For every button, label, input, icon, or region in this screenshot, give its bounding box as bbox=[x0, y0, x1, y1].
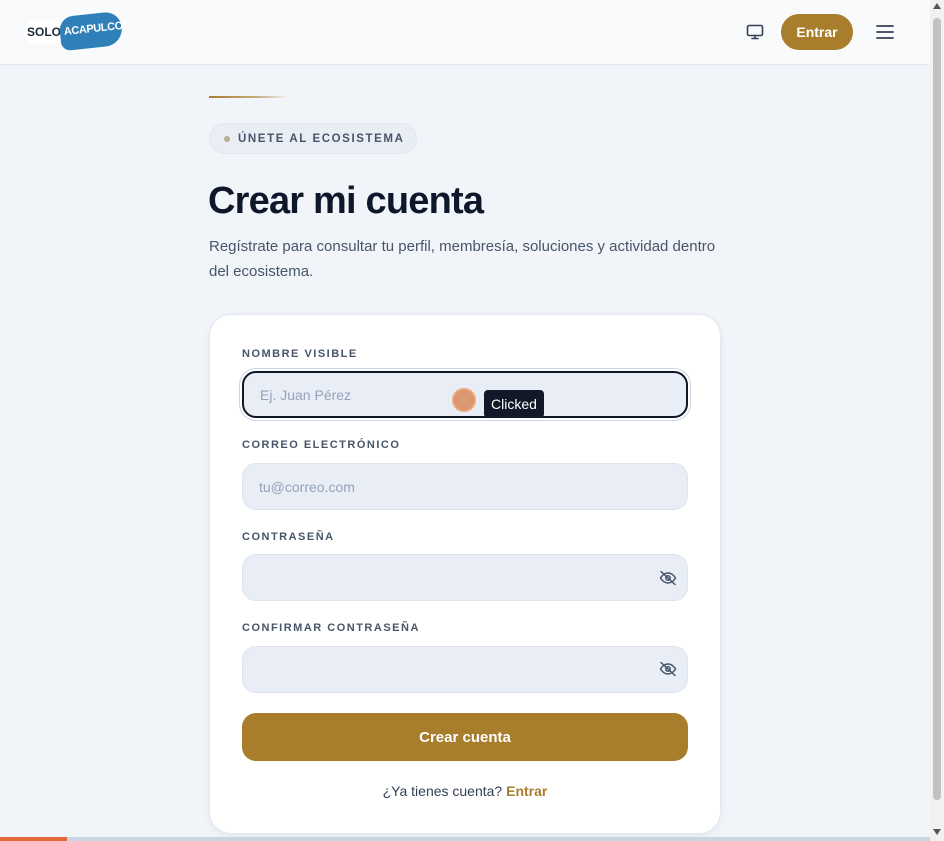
monitor-icon bbox=[746, 24, 764, 40]
login-prompt: ¿Ya tienes cuenta? Entrar bbox=[210, 783, 720, 799]
page-subtitle: Regístrate para consultar tu perfil, mem… bbox=[209, 238, 716, 280]
eye-off-icon bbox=[659, 661, 677, 677]
decorative-accent-line bbox=[209, 96, 289, 98]
badge-dot-icon bbox=[224, 135, 230, 142]
password-field-label: CONTRASEÑA bbox=[242, 531, 335, 543]
confirm-password-field-label: CONFIRMAR CONTRASEÑA bbox=[242, 622, 420, 634]
toggle-confirm-visibility-button[interactable] bbox=[657, 658, 679, 680]
page-progress-bar bbox=[0, 837, 930, 841]
hamburger-menu-button[interactable] bbox=[872, 20, 898, 44]
top-navigation-bar: SOLO ACAPULCO! Entrar bbox=[0, 0, 930, 65]
solo-acapulco-logo[interactable]: SOLO ACAPULCO! bbox=[24, 10, 127, 52]
scroll-up-arrow-icon[interactable] bbox=[933, 3, 941, 9]
header-login-button[interactable]: Entrar bbox=[781, 14, 853, 50]
login-link[interactable]: Entrar bbox=[506, 783, 547, 799]
password-field[interactable] bbox=[242, 554, 688, 601]
hamburger-menu-icon bbox=[876, 25, 894, 39]
badge-text: ÚNETE AL ECOSISTEMA bbox=[238, 132, 405, 145]
page-title: Crear mi cuenta bbox=[208, 180, 484, 222]
email-field-label: CORREO ELECTRÓNICO bbox=[242, 439, 401, 451]
display-mode-button[interactable] bbox=[742, 20, 768, 44]
toggle-password-visibility-button[interactable] bbox=[657, 567, 679, 589]
confirm-password-field[interactable] bbox=[242, 646, 688, 693]
section-badge: ÚNETE AL ECOSISTEMA bbox=[209, 123, 417, 154]
name-field-label: NOMBRE VISIBLE bbox=[242, 348, 358, 360]
logo-solo-text: SOLO bbox=[24, 20, 64, 44]
page-progress-fill bbox=[0, 837, 67, 841]
vertical-scrollbar[interactable] bbox=[930, 0, 944, 841]
login-prompt-text: ¿Ya tienes cuenta? bbox=[382, 783, 503, 799]
page: SOLO ACAPULCO! Entrar ÚNETE AL ECOSISTEM… bbox=[0, 0, 930, 841]
email-field[interactable] bbox=[242, 463, 688, 510]
click-indicator bbox=[452, 388, 476, 412]
clicked-tooltip: Clicked bbox=[484, 390, 544, 418]
create-account-button[interactable]: Crear cuenta bbox=[242, 713, 688, 761]
scrollbar-thumb[interactable] bbox=[933, 18, 941, 800]
eye-off-icon bbox=[659, 570, 677, 586]
scroll-down-arrow-icon[interactable] bbox=[933, 829, 941, 835]
